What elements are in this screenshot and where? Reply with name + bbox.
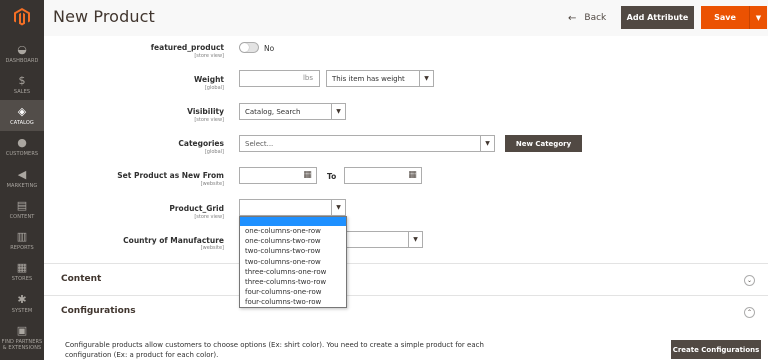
configurations-section[interactable]: Configurations ⌃: [44, 295, 768, 327]
product-grid-scope: [store view]: [194, 214, 224, 220]
featured-product-value: No: [264, 44, 275, 53]
save-label: Save: [714, 13, 736, 22]
visibility-scope: [store view]: [194, 117, 224, 123]
chevron-down-icon: ▼: [408, 232, 422, 247]
sidebar-item-stores[interactable]: ▦ STORES: [0, 256, 44, 287]
categories-label: Categories: [178, 139, 224, 148]
content-section[interactable]: Content ⌄: [44, 263, 768, 295]
page-title: New Product: [53, 7, 155, 26]
new-from-label: Set Product as New From: [117, 171, 224, 180]
chevron-up-icon[interactable]: ⌃: [744, 307, 755, 318]
sidebar-item-partners[interactable]: ▣ FIND PARTNERS & EXTENSIONS: [0, 319, 44, 360]
calendar-icon[interactable]: ▦: [407, 170, 418, 181]
dropdown-option[interactable]: three-columns-two-row: [240, 277, 346, 287]
create-configurations-button[interactable]: Create Configurations: [671, 340, 761, 359]
arrow-left-icon: ←: [568, 12, 577, 24]
gear-icon: ✱: [17, 293, 27, 306]
dropdown-option-empty[interactable]: [240, 217, 346, 226]
magento-logo[interactable]: [0, 0, 44, 34]
chevron-down-icon: ▼: [331, 200, 345, 215]
featured-product-scope: [store view]: [194, 53, 224, 59]
new-from-scope: [website]: [200, 181, 224, 187]
has-weight-value: This item has weight: [332, 74, 405, 83]
chevron-down-icon: ▼: [331, 104, 345, 119]
visibility-select[interactable]: Catalog, Search ▼: [239, 103, 346, 120]
dropdown-option[interactable]: two-columns-one-row: [240, 257, 346, 267]
dropdown-option[interactable]: two-columns-two-row: [240, 246, 346, 256]
dropdown-option[interactable]: three-columns-one-row: [240, 267, 346, 277]
toggle-knob: [240, 43, 249, 52]
country-label: Country of Manufacture: [123, 236, 224, 245]
magento-logo-icon: [14, 8, 30, 26]
new-to-date-input[interactable]: ▦: [344, 167, 422, 184]
new-category-button[interactable]: New Category: [505, 135, 582, 152]
featured-product-label: featured_product: [150, 43, 224, 52]
categories-select[interactable]: Select... ▼: [239, 135, 495, 152]
weight-scope: [global]: [204, 85, 224, 91]
sidebar-item-system[interactable]: ✱ SYSTEM: [0, 288, 44, 319]
chevron-down-icon[interactable]: ⌄: [744, 275, 755, 286]
back-button[interactable]: ← Back: [568, 8, 606, 28]
categories-placeholder: Select...: [245, 139, 274, 148]
categories-scope: [global]: [204, 149, 224, 155]
configurations-section-title: Configurations: [61, 306, 136, 316]
weight-label: Weight: [194, 75, 224, 84]
dropdown-option[interactable]: four-columns-one-row: [240, 287, 346, 297]
product-grid-label: Product_Grid: [169, 204, 224, 213]
add-attribute-button[interactable]: Add Attribute: [621, 6, 694, 29]
content-section-title: Content: [61, 274, 102, 284]
back-label: Back: [584, 13, 607, 23]
weight-input[interactable]: lbs: [239, 70, 320, 87]
featured-product-toggle[interactable]: [239, 42, 259, 53]
visibility-value: Catalog, Search: [245, 107, 301, 116]
calendar-icon[interactable]: ▦: [302, 170, 313, 181]
visibility-label: Visibility: [187, 107, 224, 116]
puzzle-icon: ▣: [16, 324, 28, 337]
chevron-down-icon: ▼: [419, 71, 433, 86]
dropdown-option[interactable]: one-columns-two-row: [240, 236, 346, 246]
store-icon: ▦: [16, 261, 28, 274]
new-from-date-input[interactable]: ▦: [239, 167, 317, 184]
page-header: New Product ← Back Add Attribute Save ▼: [44, 0, 768, 36]
save-menu-toggle[interactable]: ▼: [750, 14, 767, 22]
chevron-down-icon: ▼: [480, 136, 494, 151]
country-scope: [website]: [200, 245, 224, 251]
product-grid-dropdown-list: one-columns-one-row one-columns-two-row …: [239, 216, 347, 308]
product-grid-select[interactable]: ▼: [239, 199, 346, 216]
has-weight-select[interactable]: This item has weight ▼: [326, 70, 434, 87]
dropdown-option[interactable]: one-columns-one-row: [240, 226, 346, 236]
save-button[interactable]: Save ▼: [701, 6, 767, 29]
dropdown-option[interactable]: four-columns-two-row: [240, 297, 346, 307]
new-to-label: To: [327, 172, 337, 181]
configurations-description: Configurable products allow customers to…: [65, 341, 484, 359]
weight-unit: lbs: [302, 74, 313, 82]
